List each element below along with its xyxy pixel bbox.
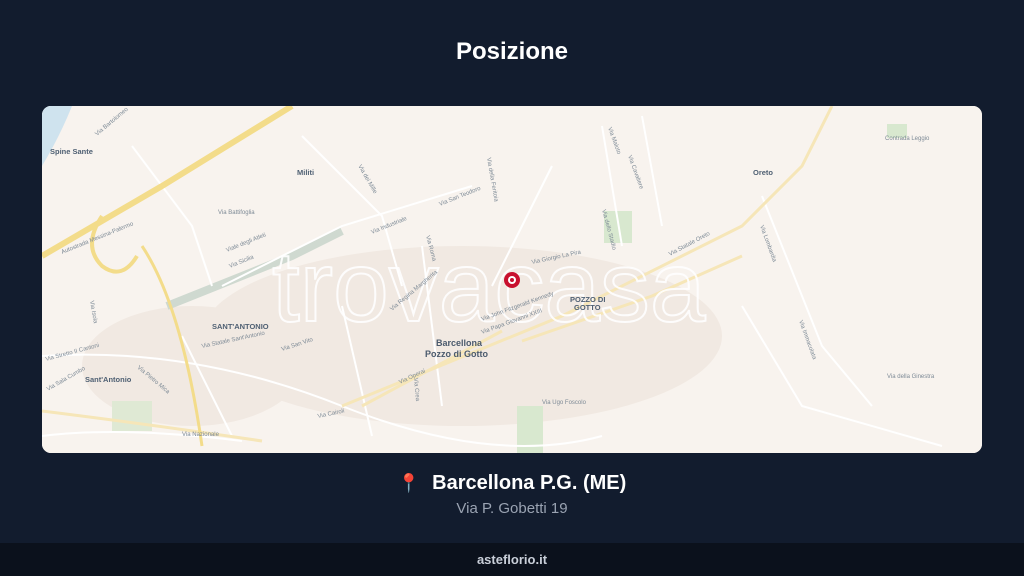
place-label: SANT'ANTONIO: [212, 322, 269, 331]
place-label: Spine Sante: [50, 147, 93, 156]
pin-icon: 📍: [397, 473, 421, 493]
place-label: Sant'Antonio: [85, 375, 132, 384]
location-city-row: 📍 Barcellona P.G. (ME): [0, 472, 1024, 495]
place-label: Militi: [297, 168, 314, 177]
location-map[interactable]: trovacasa Spine Sante Militi Oreto SANT'…: [42, 106, 982, 453]
place-label: Oreto: [753, 168, 773, 177]
location-city: Barcellona P.G. (ME): [432, 472, 627, 494]
place-label-city: Pozzo di Gotto: [425, 349, 488, 359]
place-label: GOTTO: [574, 303, 601, 312]
street-label: Via Battifoglia: [218, 210, 255, 216]
street-label: Via Ugo Foscolo: [542, 400, 587, 406]
street-label: Via Nazionale: [182, 432, 220, 438]
footer-site[interactable]: asteflorio.it: [0, 543, 1024, 576]
place-label-city: Barcellona: [436, 338, 483, 348]
location-address: Via P. Gobetti 19: [456, 500, 568, 517]
green-area: [112, 401, 152, 431]
street-label: Via della Ginestra: [887, 374, 935, 380]
street-label: Contrada Leggio: [885, 136, 930, 142]
map-marker-icon[interactable]: [504, 272, 520, 288]
page-title: Posizione: [455, 38, 569, 65]
